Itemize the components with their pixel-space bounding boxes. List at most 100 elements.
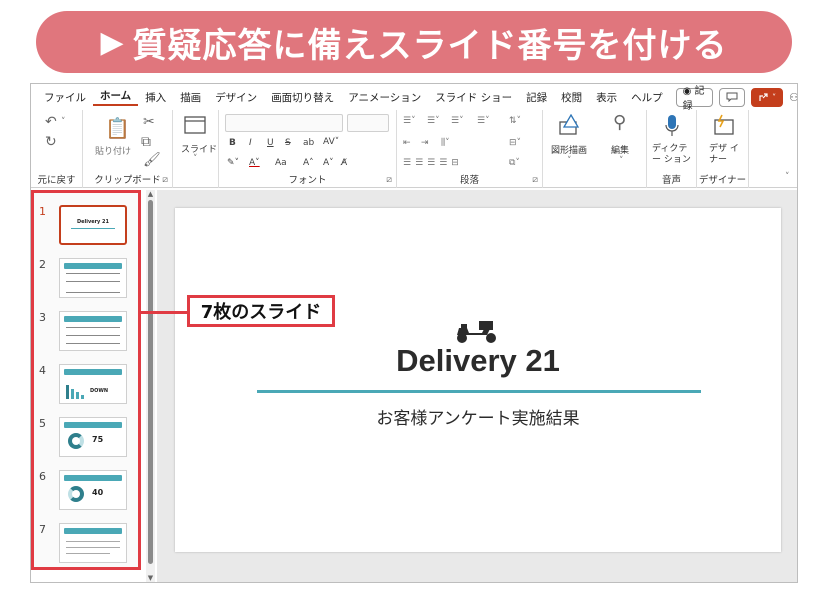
thumb-title: 75 bbox=[92, 435, 104, 444]
bold-button[interactable]: B bbox=[229, 138, 236, 148]
thumb-title: Delivery 21 bbox=[76, 219, 110, 225]
numbering-icon[interactable]: ☰˅ bbox=[427, 116, 440, 126]
shadow-button[interactable]: ab bbox=[303, 138, 314, 148]
font-size-up-button[interactable]: A˄ bbox=[303, 158, 314, 168]
strike-button[interactable]: S bbox=[285, 138, 291, 148]
menu-bar: ファイル ホーム 挿入 描画 デザイン 画面切り替え アニメーション スライド … bbox=[31, 84, 797, 112]
paragraph-group: ☰˅ ☰˅ ☰˅ ☰˅ ⇅˅ ⇤ ⇥ ⫼˅ ⊟˅ ☰☰☰☰⊟ ⧉˅ 段落 ⧄ bbox=[397, 110, 543, 188]
ribbon: ↶ ˅ ↻ 元に戻す 📋 貼り付け ✂ ⧉ 🖌 クリップボード ⧄ スライド ˅… bbox=[31, 110, 797, 188]
italic-button[interactable]: I bbox=[249, 138, 252, 148]
clipboard-launcher-icon[interactable]: ⧄ bbox=[162, 175, 168, 185]
slide-editor: Delivery 21 お客様アンケート実施結果 bbox=[157, 190, 797, 582]
slide-thumbnails-panel: 1 Delivery 21 2 3 4 DOWN 5 75 6 40 7 bbox=[31, 190, 141, 570]
callout-connector bbox=[138, 311, 188, 314]
slide-thumbnail-6[interactable]: 40 bbox=[59, 470, 127, 510]
font-color-icon[interactable]: A˅ bbox=[249, 158, 260, 168]
font-launcher-icon[interactable]: ⧄ bbox=[386, 175, 392, 185]
slides-group: スライド ˅ bbox=[173, 110, 219, 188]
share-icon[interactable]: ˅ bbox=[751, 87, 784, 107]
slide-subtitle: お客様アンケート実施結果 bbox=[376, 409, 580, 429]
ribbon-collapse-icon[interactable]: ˅ bbox=[785, 172, 790, 182]
clipboard-group-label: クリップボード bbox=[94, 175, 161, 186]
clear-format-icon[interactable]: A̸ bbox=[341, 158, 347, 168]
drawing-button-label[interactable]: 図形描画 bbox=[551, 143, 587, 156]
editing-button-label[interactable]: 編集 bbox=[611, 143, 629, 156]
thumb-number: 6 bbox=[39, 470, 46, 483]
paragraph-launcher-icon[interactable]: ⧄ bbox=[532, 175, 538, 185]
thumb-number: 2 bbox=[39, 258, 46, 271]
bullets-icon[interactable]: ☰˅ bbox=[403, 116, 416, 126]
align-buttons-icon[interactable]: ☰☰☰☰⊟ bbox=[403, 158, 463, 168]
voice-group-label: 音声 bbox=[661, 175, 681, 186]
spacing-icon[interactable]: AV˅ bbox=[323, 137, 339, 147]
powerpoint-window: ファイル ホーム 挿入 描画 デザイン 画面切り替え アニメーション スライド … bbox=[30, 83, 798, 583]
scroll-down-icon[interactable]: ▼ bbox=[146, 574, 155, 582]
undo-icon[interactable]: ↶ bbox=[45, 114, 57, 130]
designer-button-label[interactable]: デザ イナー bbox=[709, 144, 739, 166]
change-case-button[interactable]: Aa bbox=[275, 158, 287, 168]
slide-thumbnail-1[interactable]: Delivery 21 bbox=[59, 205, 127, 245]
designer-icon[interactable] bbox=[713, 114, 735, 136]
slide-thumbnail-4[interactable]: DOWN bbox=[59, 364, 127, 404]
slides-button-label[interactable]: スライド bbox=[181, 142, 217, 155]
tab-help[interactable]: ヘルプ bbox=[624, 90, 670, 105]
font-size-combo[interactable] bbox=[347, 114, 389, 132]
increase-indent-icon[interactable]: ⇥ bbox=[421, 138, 429, 148]
tab-insert[interactable]: 挿入 bbox=[138, 90, 173, 105]
columns-icon[interactable]: ⫼˅ bbox=[441, 138, 450, 148]
tab-record[interactable]: 記録 bbox=[519, 90, 554, 105]
scooter-icon bbox=[457, 321, 496, 343]
designer-group: デザ イナー デザイナー bbox=[697, 110, 749, 188]
tab-review[interactable]: 校閲 bbox=[554, 90, 589, 105]
search-icon[interactable]: ⚲ bbox=[613, 112, 626, 133]
smartart-icon[interactable]: ⧉˅ bbox=[509, 158, 520, 168]
slide-thumbnail-5[interactable]: 75 bbox=[59, 417, 127, 457]
tab-file[interactable]: ファイル bbox=[37, 90, 93, 105]
thumb-number: 4 bbox=[39, 364, 46, 377]
tab-home[interactable]: ホーム bbox=[93, 88, 139, 106]
slide-divider bbox=[257, 390, 701, 393]
font-name-combo[interactable] bbox=[225, 114, 343, 132]
tab-animations[interactable]: アニメーション bbox=[341, 90, 428, 105]
slide-thumbnail-2[interactable] bbox=[59, 258, 127, 298]
slide-thumbnail-7[interactable] bbox=[59, 523, 127, 563]
redo-icon[interactable]: ↻ bbox=[45, 134, 57, 150]
line-spacing-icon[interactable]: ☰˅ bbox=[477, 116, 490, 126]
banner-title: 質疑応答に備えスライド番号を付ける bbox=[132, 25, 728, 66]
microphone-icon[interactable] bbox=[665, 114, 679, 138]
record-button[interactable]: ◉ 記録 bbox=[675, 86, 714, 112]
align-text-icon[interactable]: ⊟˅ bbox=[509, 138, 521, 148]
slide-canvas[interactable]: Delivery 21 お客様アンケート実施結果 bbox=[175, 208, 781, 552]
person-icon[interactable]: ⚇ bbox=[789, 91, 797, 104]
tab-transitions[interactable]: 画面切り替え bbox=[264, 90, 341, 105]
text-direction-icon[interactable]: ⇅˅ bbox=[509, 116, 521, 126]
cut-icon[interactable]: ✂ bbox=[143, 114, 155, 130]
thumb-title: DOWN bbox=[90, 388, 109, 394]
thumb-number: 5 bbox=[39, 417, 46, 430]
copy-icon[interactable]: ⧉ bbox=[141, 134, 151, 150]
tab-slideshow[interactable]: スライド ショー bbox=[428, 90, 519, 105]
undo-group-label: 元に戻す bbox=[37, 175, 76, 186]
callout-label: 7枚のスライド bbox=[187, 295, 335, 327]
tab-draw[interactable]: 描画 bbox=[173, 90, 208, 105]
font-size-down-button[interactable]: A˅ bbox=[323, 158, 334, 168]
comment-icon[interactable] bbox=[719, 87, 746, 107]
indent-icon[interactable]: ☰˅ bbox=[451, 116, 464, 126]
shapes-icon[interactable] bbox=[559, 114, 583, 136]
format-painter-icon[interactable]: 🖌 bbox=[143, 152, 161, 168]
designer-group-label: デザイナー bbox=[698, 175, 747, 186]
thumbnails-scrollbar[interactable]: ▲ ▼ bbox=[146, 190, 155, 582]
tab-design[interactable]: デザイン bbox=[208, 90, 264, 105]
editing-group: ⚲ 編集 ˅ bbox=[599, 110, 647, 188]
slide-thumbnail-3[interactable] bbox=[59, 311, 127, 351]
font-group-label: フォント bbox=[288, 175, 327, 186]
scroll-up-icon[interactable]: ▲ bbox=[146, 190, 155, 198]
tab-view[interactable]: 表示 bbox=[589, 90, 624, 105]
dictate-button-label[interactable]: ディクテー ション bbox=[652, 144, 694, 166]
decrease-indent-icon[interactable]: ⇤ bbox=[403, 138, 411, 148]
paste-icon[interactable]: 📋 bbox=[105, 116, 130, 140]
new-slide-icon[interactable] bbox=[184, 116, 206, 134]
paste-label[interactable]: 貼り付け bbox=[95, 144, 131, 157]
underline-button[interactable]: U bbox=[267, 138, 274, 148]
highlight-icon[interactable]: ✎˅ bbox=[227, 158, 239, 168]
